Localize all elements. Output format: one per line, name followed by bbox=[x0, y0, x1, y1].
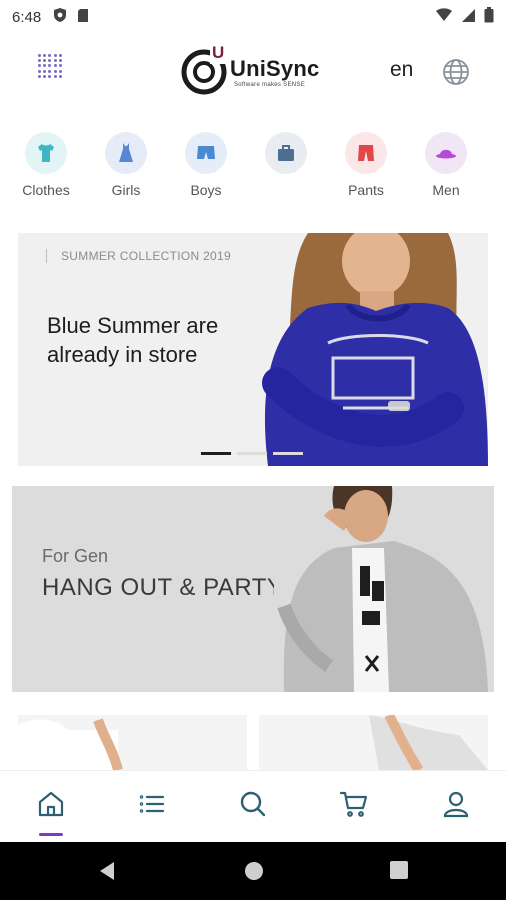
product-tile[interactable] bbox=[18, 715, 247, 770]
category-bags[interactable] bbox=[246, 132, 326, 182]
hero-kicker: SUMMER COLLECTION 2019 bbox=[46, 249, 231, 263]
status-bar: 6:48 bbox=[0, 0, 506, 34]
nav-profile[interactable] bbox=[436, 789, 476, 829]
category-label: Boys bbox=[190, 182, 222, 198]
wifi-icon bbox=[435, 8, 453, 26]
status-time: 6:48 bbox=[12, 8, 42, 26]
back-icon[interactable] bbox=[98, 861, 116, 886]
shirt-icon bbox=[38, 144, 54, 162]
category-label: Girls bbox=[111, 182, 141, 198]
category-label: Clothes bbox=[22, 182, 70, 198]
category-pants[interactable]: Pants bbox=[326, 132, 406, 198]
promo-model-image bbox=[274, 486, 494, 692]
category-boys[interactable]: Boys bbox=[166, 132, 246, 198]
promo-title: HANG OUT & PARTY bbox=[42, 574, 284, 601]
nav-search[interactable] bbox=[233, 789, 273, 829]
product-image bbox=[259, 715, 488, 770]
nav-cart[interactable] bbox=[334, 789, 374, 829]
hero-model-image bbox=[248, 233, 488, 466]
promo-banner[interactable]: For Gen HANG OUT & PARTY bbox=[12, 486, 494, 692]
battery-icon bbox=[484, 7, 494, 27]
category-label: Pants bbox=[348, 182, 384, 198]
brand-tagline: Software makes SENSE bbox=[234, 82, 306, 88]
category-girls[interactable]: Girls bbox=[86, 132, 166, 198]
promo-subtitle: For Gen bbox=[42, 546, 109, 566]
recents-icon[interactable] bbox=[390, 861, 408, 884]
bottom-navigation bbox=[0, 770, 506, 842]
carousel-indicator[interactable] bbox=[201, 452, 303, 455]
logo-letter: U bbox=[212, 43, 224, 62]
app-header: U UniSync Software makes SENSE en bbox=[0, 34, 506, 114]
shorts-icon bbox=[197, 146, 215, 159]
dress-icon bbox=[119, 143, 133, 162]
brand-name: UniSync bbox=[230, 56, 320, 81]
list-icon bbox=[139, 795, 165, 813]
home-button-icon[interactable] bbox=[244, 861, 264, 886]
profile-icon bbox=[443, 791, 469, 818]
category-clothes[interactable]: Clothes bbox=[6, 132, 86, 198]
shield-icon bbox=[53, 7, 67, 27]
menu-grid-icon[interactable] bbox=[38, 54, 62, 78]
category-label: Men bbox=[432, 182, 460, 198]
bag-icon bbox=[278, 145, 294, 161]
category-men[interactable]: Men bbox=[406, 132, 486, 198]
language-selector[interactable]: en bbox=[390, 58, 413, 82]
product-grid bbox=[18, 715, 488, 770]
nav-categories[interactable] bbox=[132, 789, 172, 829]
pants-icon bbox=[358, 145, 374, 161]
cart-icon bbox=[339, 791, 368, 817]
category-row: Clothes Girls Boys Pants Men bbox=[0, 132, 506, 204]
hat-icon bbox=[436, 149, 456, 159]
unisync-logo[interactable]: U UniSync Software makes SENSE bbox=[180, 40, 330, 96]
nav-home[interactable] bbox=[31, 789, 71, 836]
product-image bbox=[18, 715, 247, 770]
search-icon bbox=[240, 791, 266, 817]
active-tab-indicator bbox=[39, 833, 63, 836]
cell-signal-icon bbox=[461, 8, 476, 27]
home-icon bbox=[38, 791, 64, 817]
globe-icon[interactable] bbox=[442, 58, 470, 86]
system-navigation-bar bbox=[0, 842, 506, 900]
sd-card-icon bbox=[77, 8, 89, 27]
product-tile[interactable] bbox=[259, 715, 488, 770]
hero-banner[interactable]: SUMMER COLLECTION 2019 Blue Summer are a… bbox=[18, 233, 488, 466]
hero-headline: Blue Summer are already in store bbox=[47, 313, 219, 367]
